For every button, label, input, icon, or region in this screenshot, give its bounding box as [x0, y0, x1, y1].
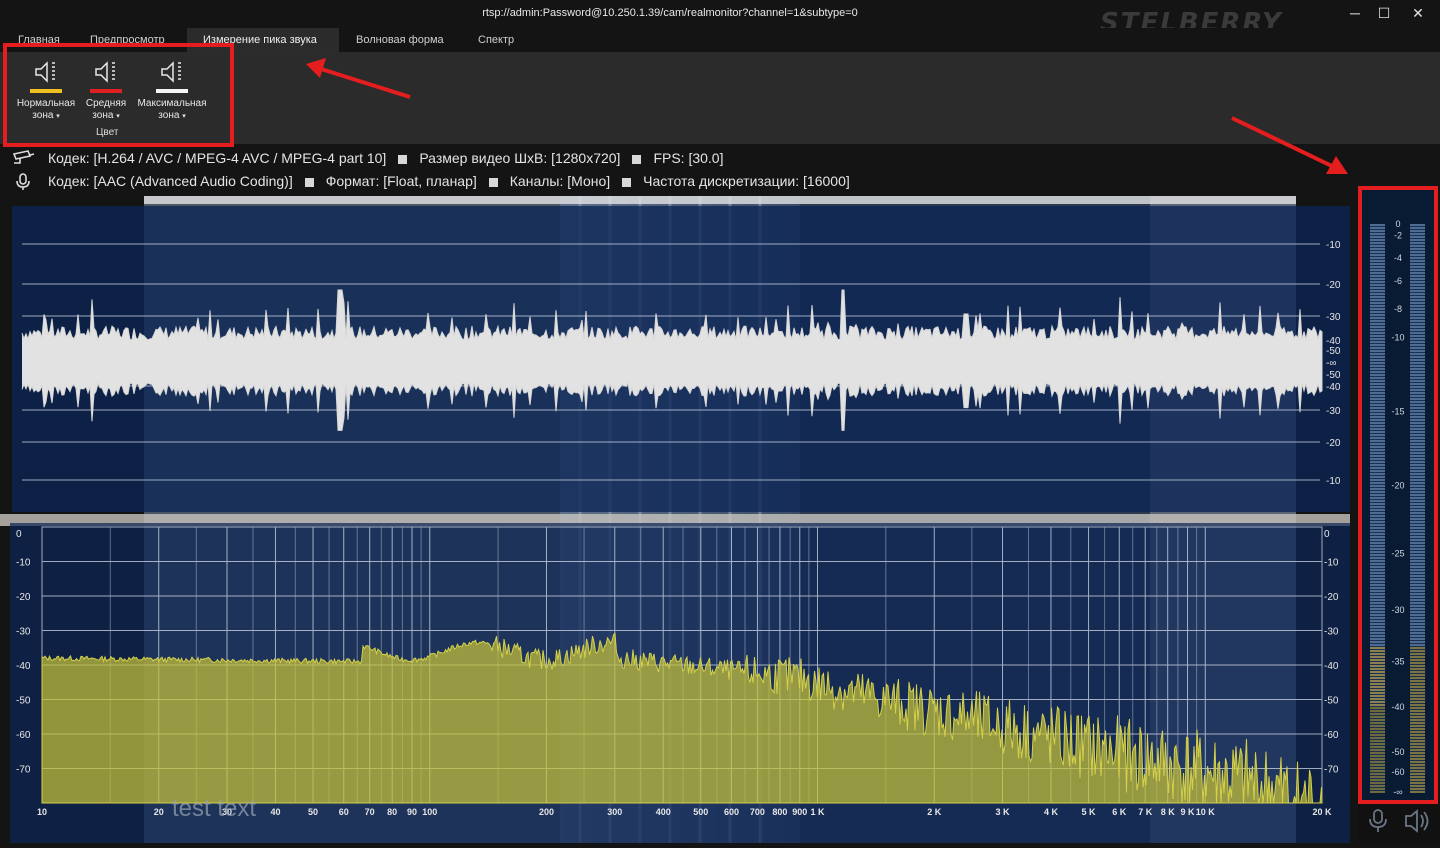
separator [398, 154, 408, 164]
waveform-db-label: -40 [1326, 382, 1341, 393]
overlay-text: test text [172, 795, 256, 822]
spectrum-freq-label: 900 [792, 807, 807, 817]
spectrum-freq-label: 200 [539, 807, 554, 817]
separator [488, 177, 498, 187]
spectrum-freq-label: 2 K [927, 807, 942, 817]
video-stage: -10 -20 -30 -40 -50 -∞ -50 -40 -30 -20 -10 10 20 30 4… [0, 196, 1350, 843]
spectrum-freq-label: 60 [339, 807, 349, 817]
separator [304, 177, 314, 187]
spectrum-freq-label: 70 [365, 807, 375, 817]
spectrum-freq-label: 20 K [1312, 807, 1332, 817]
highlight-box [3, 43, 234, 147]
tab-spectrum[interactable]: Спектр [462, 28, 530, 52]
audio-info-row: Кодек: [AAC (Advanced Audio Coding)] Форм… [0, 170, 1440, 192]
spectrum-db-label-left: -20 [16, 592, 31, 603]
spectrum-freq-label: 800 [772, 807, 787, 817]
audio-sample-rate: Частота дискретизации: [16000] [643, 173, 850, 189]
maximize-button[interactable]: ☐ [1369, 2, 1399, 24]
microphone-icon [16, 173, 30, 190]
title-bar: rtsp://admin:Password@10.250.1.39/cam/re… [0, 0, 1440, 38]
spectrum-freq-label: 40 [270, 807, 280, 817]
close-button[interactable]: ✕ [1403, 2, 1433, 24]
spectrum-panel: 10 20 30 40 50 60 70 80 90 100 200 300 400 500 600 700 8… [10, 523, 1350, 843]
minimize-button[interactable]: ─ [1340, 2, 1370, 24]
spectrum-freq-label: 8 K [1161, 807, 1176, 817]
spectrum-freq-label: 500 [693, 807, 708, 817]
video-fps: FPS: [30.0] [653, 150, 724, 166]
waveform-db-label: -20 [1326, 280, 1341, 291]
spectrum-freq-label: 10 [37, 807, 47, 817]
waveform-panel: -10-20-30-40-50-∞-50-40-30-20-10 [12, 206, 1350, 512]
spectrum-freq-label: 1 K [811, 807, 826, 817]
spectrum-db-label-right: -40 [1324, 661, 1339, 672]
spectrum-freq-label: 100 [422, 807, 437, 817]
waveform-db-label: -∞ [1326, 358, 1336, 369]
separator [632, 154, 642, 164]
spectrum-freq-label: 5 K [1082, 807, 1097, 817]
spectrum-freq-label: 300 [607, 807, 622, 817]
spectrum-db-label-right: -70 [1324, 765, 1339, 776]
spectrum-db-label-left: -70 [16, 765, 31, 776]
audio-format: Формат: [Float, планар] [325, 173, 477, 189]
spectrum-freq-label: 6 K [1112, 807, 1127, 817]
video-info-row: Кодек: [H.264 / AVC / MPEG-4 AVC / MPEG-… [0, 147, 1440, 169]
spectrum-freq-label: 50 [308, 807, 318, 817]
spectrum-freq-label: 400 [656, 807, 671, 817]
spectrum-freq-label: 600 [724, 807, 739, 817]
waveform-db-label: -30 [1326, 406, 1341, 417]
spectrum-db-label-right: -10 [1324, 558, 1339, 569]
highlight-box [1358, 186, 1438, 804]
waveform-db-label: -10 [1326, 240, 1341, 251]
speaker-icon[interactable] [1405, 809, 1429, 833]
spectrum-db-label-right: -30 [1324, 627, 1339, 638]
spectrum-db-label-left: -40 [16, 661, 31, 672]
spectrum-db-label-left: 0 [16, 529, 22, 540]
spectrum-freq-label: 9 K [1181, 807, 1196, 817]
spectrum-freq-label: 90 [407, 807, 417, 817]
video-size: Размер видео ШxВ: [1280x720] [419, 150, 621, 166]
waveform-db-label: -10 [1326, 476, 1341, 487]
waveform-db-label: -50 [1326, 370, 1341, 381]
meter-footer [1358, 802, 1440, 843]
spectrum-db-label-left: -60 [16, 730, 31, 741]
spectrum-db-label-left: -50 [16, 696, 31, 707]
spectrum-db-label-right: 0 [1324, 529, 1330, 540]
spectrum-freq-label: 700 [750, 807, 765, 817]
spectrum-db-label-left: -10 [16, 558, 31, 569]
spectrum-db-label-right: -60 [1324, 730, 1339, 741]
audio-codec: Кодек: [AAC (Advanced Audio Coding)] [48, 173, 293, 189]
waveform-db-label: -30 [1326, 312, 1341, 323]
tab-waveform[interactable]: Волновая форма [340, 28, 460, 52]
spectrum-db-label-left: -30 [16, 627, 31, 638]
waveform-db-label: -20 [1326, 438, 1341, 449]
spectrum-freq-label: 10 K [1196, 807, 1216, 817]
video-codec: Кодек: [H.264 / AVC / MPEG-4 AVC / MPEG-… [48, 150, 387, 166]
waveform-db-label: -50 [1326, 346, 1341, 357]
spectrum-freq-label: 7 K [1138, 807, 1153, 817]
microphone-icon[interactable] [1369, 809, 1387, 832]
audio-channels: Каналы: [Моно] [509, 173, 611, 189]
spectrum-freq-label: 3 K [996, 807, 1011, 817]
spectrum-freq-label: 4 K [1044, 807, 1059, 817]
spectrum-freq-label: 20 [154, 807, 164, 817]
camera-icon [12, 150, 35, 164]
spectrum-db-label-right: -20 [1324, 592, 1339, 603]
spectrum-freq-label: 80 [387, 807, 397, 817]
spectrum-db-label-right: -50 [1324, 696, 1339, 707]
separator [622, 177, 632, 187]
